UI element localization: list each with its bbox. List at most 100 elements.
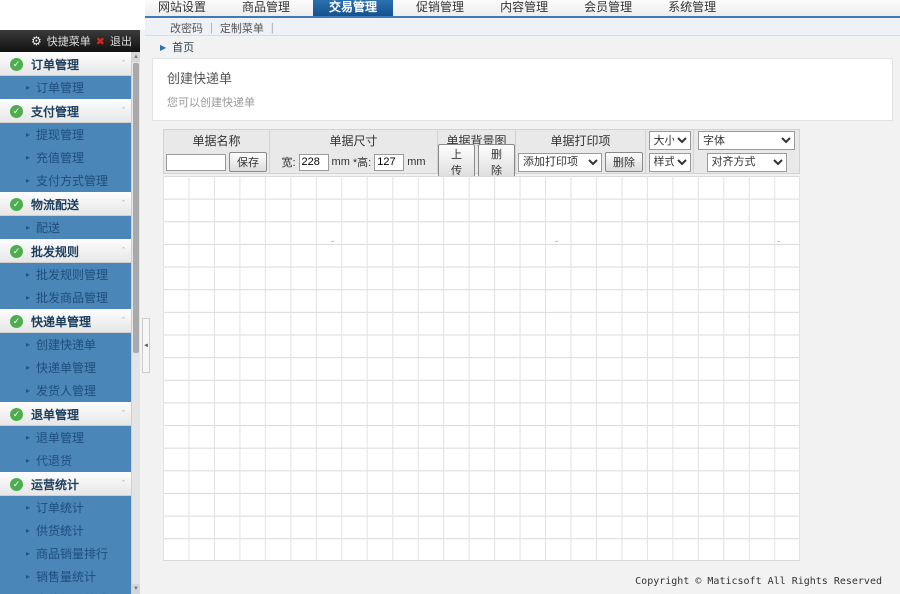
sidebar-item-order-statistics[interactable]: ▸订单统计 <box>0 496 131 519</box>
height-input[interactable] <box>374 154 404 171</box>
close-icon[interactable]: ✖ <box>96 35 105 48</box>
item-label: 退单管理 <box>36 429 84 446</box>
sidebar-item-shipper-management[interactable]: ▸发货人管理 <box>0 379 131 402</box>
group-label: 运营统计 <box>31 476 122 493</box>
item-label: 商品销量排行 <box>36 545 108 562</box>
chevron-down-icon: ˆ <box>122 59 125 69</box>
form-col-print-items: 单据打印项 添加打印项 删除 <box>516 130 646 173</box>
tab-product-management[interactable]: 商品管理 <box>229 0 303 16</box>
arrow-right-icon: ▸ <box>26 176 30 185</box>
sidebar-item-return-goods-agent[interactable]: ▸代退货 <box>0 449 131 472</box>
arrow-right-icon: ▸ <box>26 153 30 162</box>
sidebar-item-wholesale-product-management[interactable]: ▸批发商品管理 <box>0 286 131 309</box>
delete-print-item-button[interactable]: 删除 <box>605 152 643 172</box>
sidebar-group-wholesale-rules[interactable]: ✓ 批发规则 ˆ <box>0 239 131 263</box>
grid-mark: - <box>331 236 334 246</box>
font-family-select[interactable]: 字体 <box>698 131 795 150</box>
sidebar-item-payment-method-management[interactable]: ▸ 支付方式管理 <box>0 169 131 192</box>
arrow-right-icon: ▸ <box>26 340 30 349</box>
item-label: 订单统计 <box>36 499 84 516</box>
check-circle-icon: ✓ <box>10 315 23 328</box>
sidebar-scrollbar[interactable]: ▲ ▼ <box>131 52 140 594</box>
scrollbar-thumb[interactable] <box>133 63 139 353</box>
doc-name-input[interactable] <box>166 154 226 171</box>
scroll-up-icon[interactable]: ▲ <box>132 52 140 62</box>
check-circle-icon: ✓ <box>10 198 23 211</box>
triangle-right-icon: ▶ <box>160 43 166 52</box>
design-grid-canvas[interactable]: - - - <box>163 176 800 561</box>
sidebar-item-sales-statistics[interactable]: ▸销售量统计 <box>0 565 131 588</box>
item-label: 快递单管理 <box>36 359 96 376</box>
group-label: 批发规则 <box>31 243 122 260</box>
sidebar-item-withdraw-management[interactable]: ▸提现管理 <box>0 123 131 146</box>
chevron-down-icon: ˆ <box>122 316 125 326</box>
toolbar-separator: | <box>210 22 213 34</box>
item-label: 发货人管理 <box>36 382 96 399</box>
logout-link[interactable]: 退出 <box>110 33 132 49</box>
check-circle-icon: ✓ <box>10 105 23 118</box>
tab-trade-management[interactable]: 交易管理 <box>313 0 393 16</box>
sidebar-group-order-management[interactable]: ✓ 订单管理 ˆ <box>0 52 131 76</box>
page-header-panel: 创建快递单 您可以创建快递单 <box>152 58 893 121</box>
item-label: 代退货 <box>36 452 72 469</box>
sidebar-group-payment-management[interactable]: ✓ 支付管理 ˆ <box>0 99 131 123</box>
gear-icon[interactable]: ⚙ <box>31 34 42 48</box>
tab-content-management[interactable]: 内容管理 <box>487 0 561 16</box>
arrow-right-icon: ▸ <box>26 433 30 442</box>
arrow-right-icon: ▸ <box>26 293 30 302</box>
sidebar-item-create-express-order[interactable]: ▸ 创建快递单 <box>0 333 131 356</box>
secondary-toolbar: 改密码 | 定制菜单 | <box>145 20 900 36</box>
form-col-size: 单据尺寸 宽: mm *高: mm <box>270 130 438 173</box>
align-select[interactable]: 对齐方式 <box>707 153 787 172</box>
sidebar-item-wholesale-rule-management[interactable]: ▸批发规则管理 <box>0 263 131 286</box>
add-print-item-select[interactable]: 添加打印项 <box>518 153 602 172</box>
quick-menu-link[interactable]: 快捷菜单 <box>47 33 91 49</box>
chevron-down-icon: ˆ <box>122 409 125 419</box>
sidebar-group-return-management[interactable]: ✓ 退单管理 ˆ <box>0 402 131 426</box>
sidebar-collapse-handle[interactable]: ◄ <box>142 318 150 373</box>
check-circle-icon: ✓ <box>10 245 23 258</box>
sidebar-item-recharge-withdraw-statistics[interactable]: ▸充值提现统计 <box>0 588 131 594</box>
sidebar-item-order-management[interactable]: ▸订单管理 <box>0 76 131 99</box>
breadcrumb-home[interactable]: 首页 <box>172 39 194 55</box>
font-style-select[interactable]: 样式 <box>649 153 691 172</box>
tab-system-management[interactable]: 系统管理 <box>655 0 729 16</box>
save-button[interactable]: 保存 <box>229 152 267 172</box>
group-label: 退单管理 <box>31 406 122 423</box>
custom-menu-link[interactable]: 定制菜单 <box>220 20 264 36</box>
tab-promotion-management[interactable]: 促销管理 <box>403 0 477 16</box>
toolbar-separator: | <box>271 22 274 34</box>
arrow-right-icon: ▸ <box>26 526 30 535</box>
grid-mark: - <box>555 236 558 246</box>
form-col-size-style: 大小 样式 <box>646 130 694 173</box>
sidebar-item-supply-statistics[interactable]: ▸供货统计 <box>0 519 131 542</box>
sidebar-item-product-sales-volume-ranking[interactable]: ▸商品销量排行 <box>0 542 131 565</box>
scroll-down-icon[interactable]: ▼ <box>132 584 140 594</box>
item-label: 支付方式管理 <box>36 172 108 189</box>
sidebar-group-operation-statistics[interactable]: ✓ 运营统计 ˆ <box>0 472 131 496</box>
change-password-link[interactable]: 改密码 <box>170 20 203 36</box>
sidebar-item-delivery[interactable]: ▸配送 <box>0 216 131 239</box>
sidebar-group-logistics-delivery[interactable]: ✓ 物流配送 ˆ <box>0 192 131 216</box>
arrow-right-icon: ▸ <box>26 270 30 279</box>
font-size-select[interactable]: 大小 <box>649 131 691 150</box>
grid-mark: - <box>777 236 780 246</box>
header-left-spacer <box>0 0 145 30</box>
group-label: 快递单管理 <box>31 313 122 330</box>
chevron-down-icon: ˆ <box>122 246 125 256</box>
sidebar-item-express-order-management[interactable]: ▸快递单管理 <box>0 356 131 379</box>
arrow-right-icon: ▸ <box>26 130 30 139</box>
sidebar-item-recharge-management[interactable]: ▸充值管理 <box>0 146 131 169</box>
sidebar-group-express-order-management[interactable]: ✓ 快递单管理 ˆ <box>0 309 131 333</box>
sidebar-item-return-management[interactable]: ▸ 退单管理 <box>0 426 131 449</box>
item-label: 创建快递单 <box>36 336 96 353</box>
form-col-font-align: 字体 对齐方式 <box>694 130 799 173</box>
form-col-background: 单据背景图 上传 删除 <box>438 130 516 173</box>
page-subtitle: 您可以创建快递单 <box>167 94 878 110</box>
tab-site-settings[interactable]: 网站设置 <box>145 0 219 16</box>
tab-member-management[interactable]: 会员管理 <box>571 0 645 16</box>
upload-button[interactable]: 上传 <box>438 144 475 180</box>
express-form: 单据名称 保存 单据尺寸 宽: mm *高: mm 单据背景图 上传 删除 <box>163 129 800 174</box>
width-input[interactable] <box>299 154 329 171</box>
delete-bg-button[interactable]: 删除 <box>478 144 515 180</box>
